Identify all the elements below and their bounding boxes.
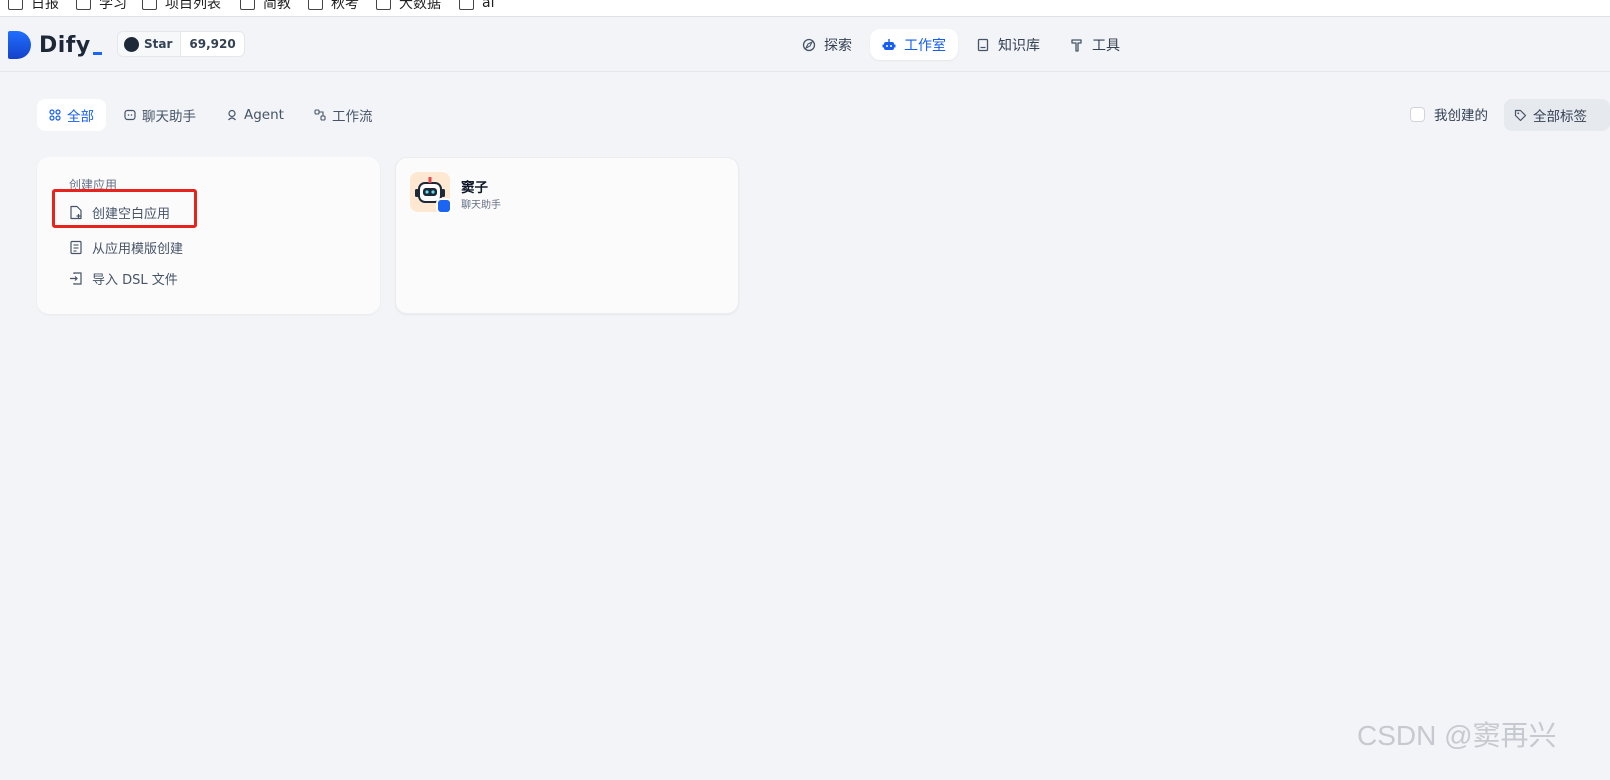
logo-cursor [92, 51, 102, 55]
bookmark-folder[interactable]: 日报 [8, 0, 59, 13]
chat-app-badge-icon [436, 198, 452, 214]
book-icon [977, 38, 989, 51]
app-type: 聊天助手 [461, 200, 501, 211]
import-dsl-button[interactable]: 导入 DSL 文件 [69, 269, 178, 288]
nav-explore[interactable]: 探索 [790, 29, 864, 60]
folder-icon [308, 0, 323, 10]
create-app-title: 创建应用 [69, 178, 118, 192]
tab-workflow[interactable]: 工作流 [302, 99, 385, 131]
watermark: CSDN @窦再兴 [1357, 720, 1557, 751]
app-card[interactable]: 窦子 聊天助手 [395, 157, 739, 314]
folder-icon [376, 0, 391, 10]
create-blank-app-button[interactable]: 创建空白应用 [69, 203, 170, 222]
dify-logo[interactable]: Dify [8, 31, 102, 59]
tab-chat-assistant[interactable]: 聊天助手 [112, 99, 208, 131]
grid-icon [49, 109, 61, 121]
folder-icon [76, 0, 91, 10]
main-nav: 探索 工作室 知识库 工具 [790, 29, 1138, 60]
github-icon [124, 36, 139, 52]
file-plus-icon [70, 205, 82, 220]
created-by-me-filter[interactable]: 我创建的 [1410, 104, 1488, 124]
folder-icon [8, 0, 23, 10]
bookmark-folder[interactable]: ai [459, 0, 494, 13]
robot-icon [882, 38, 896, 50]
bookmark-folder[interactable]: 秋考 [308, 0, 359, 13]
logo-text: Dify [39, 32, 91, 58]
compass-icon [802, 38, 816, 51]
bookmark-folder[interactable]: 学习 [76, 0, 127, 13]
bookmark-folder[interactable]: 简教 [240, 0, 291, 13]
nav-knowledge[interactable]: 知识库 [964, 29, 1052, 60]
created-by-me-checkbox[interactable] [1410, 106, 1425, 122]
workflow-icon [314, 109, 326, 121]
github-star-count: 69,920 [189, 37, 236, 51]
template-icon [70, 240, 82, 255]
tag-icon [1514, 109, 1527, 121]
bookmark-folder[interactable]: 项目列表 [142, 0, 221, 13]
folder-icon [459, 0, 474, 10]
bookmarks-bar: 日报 学习 项目列表 简教 秋考 大数据 ai [0, 0, 1610, 17]
bookmark-folder[interactable]: 大数据 [376, 0, 441, 13]
github-star-label: Star [118, 32, 182, 56]
nav-studio[interactable]: 工作室 [870, 29, 958, 60]
create-from-template-button[interactable]: 从应用模版创建 [69, 238, 183, 257]
nav-tools[interactable]: 工具 [1058, 29, 1132, 60]
github-star-button[interactable]: Star 69,920 [117, 31, 245, 57]
tag-filter-dropdown[interactable]: 全部标签 [1504, 99, 1610, 131]
folder-icon [142, 0, 157, 10]
create-app-card: 创建应用 创建空白应用 从应用模版创建 导入 DSL 文件 [37, 157, 380, 314]
tab-agent[interactable]: Agent [214, 99, 296, 131]
logo-icon [8, 31, 31, 59]
app-type-tabs: 全部 聊天助手 Agent 工作流 [37, 99, 390, 131]
import-icon [70, 272, 82, 285]
app-header: Dify Star 69,920 探索 工作室 知识库 工具 [0, 18, 1610, 72]
app-name: 窦子 [461, 180, 488, 196]
hammer-icon [1071, 38, 1082, 52]
folder-icon [240, 0, 255, 10]
chat-bubble-icon [124, 109, 136, 121]
agent-icon [228, 109, 236, 121]
tab-all[interactable]: 全部 [37, 99, 106, 131]
